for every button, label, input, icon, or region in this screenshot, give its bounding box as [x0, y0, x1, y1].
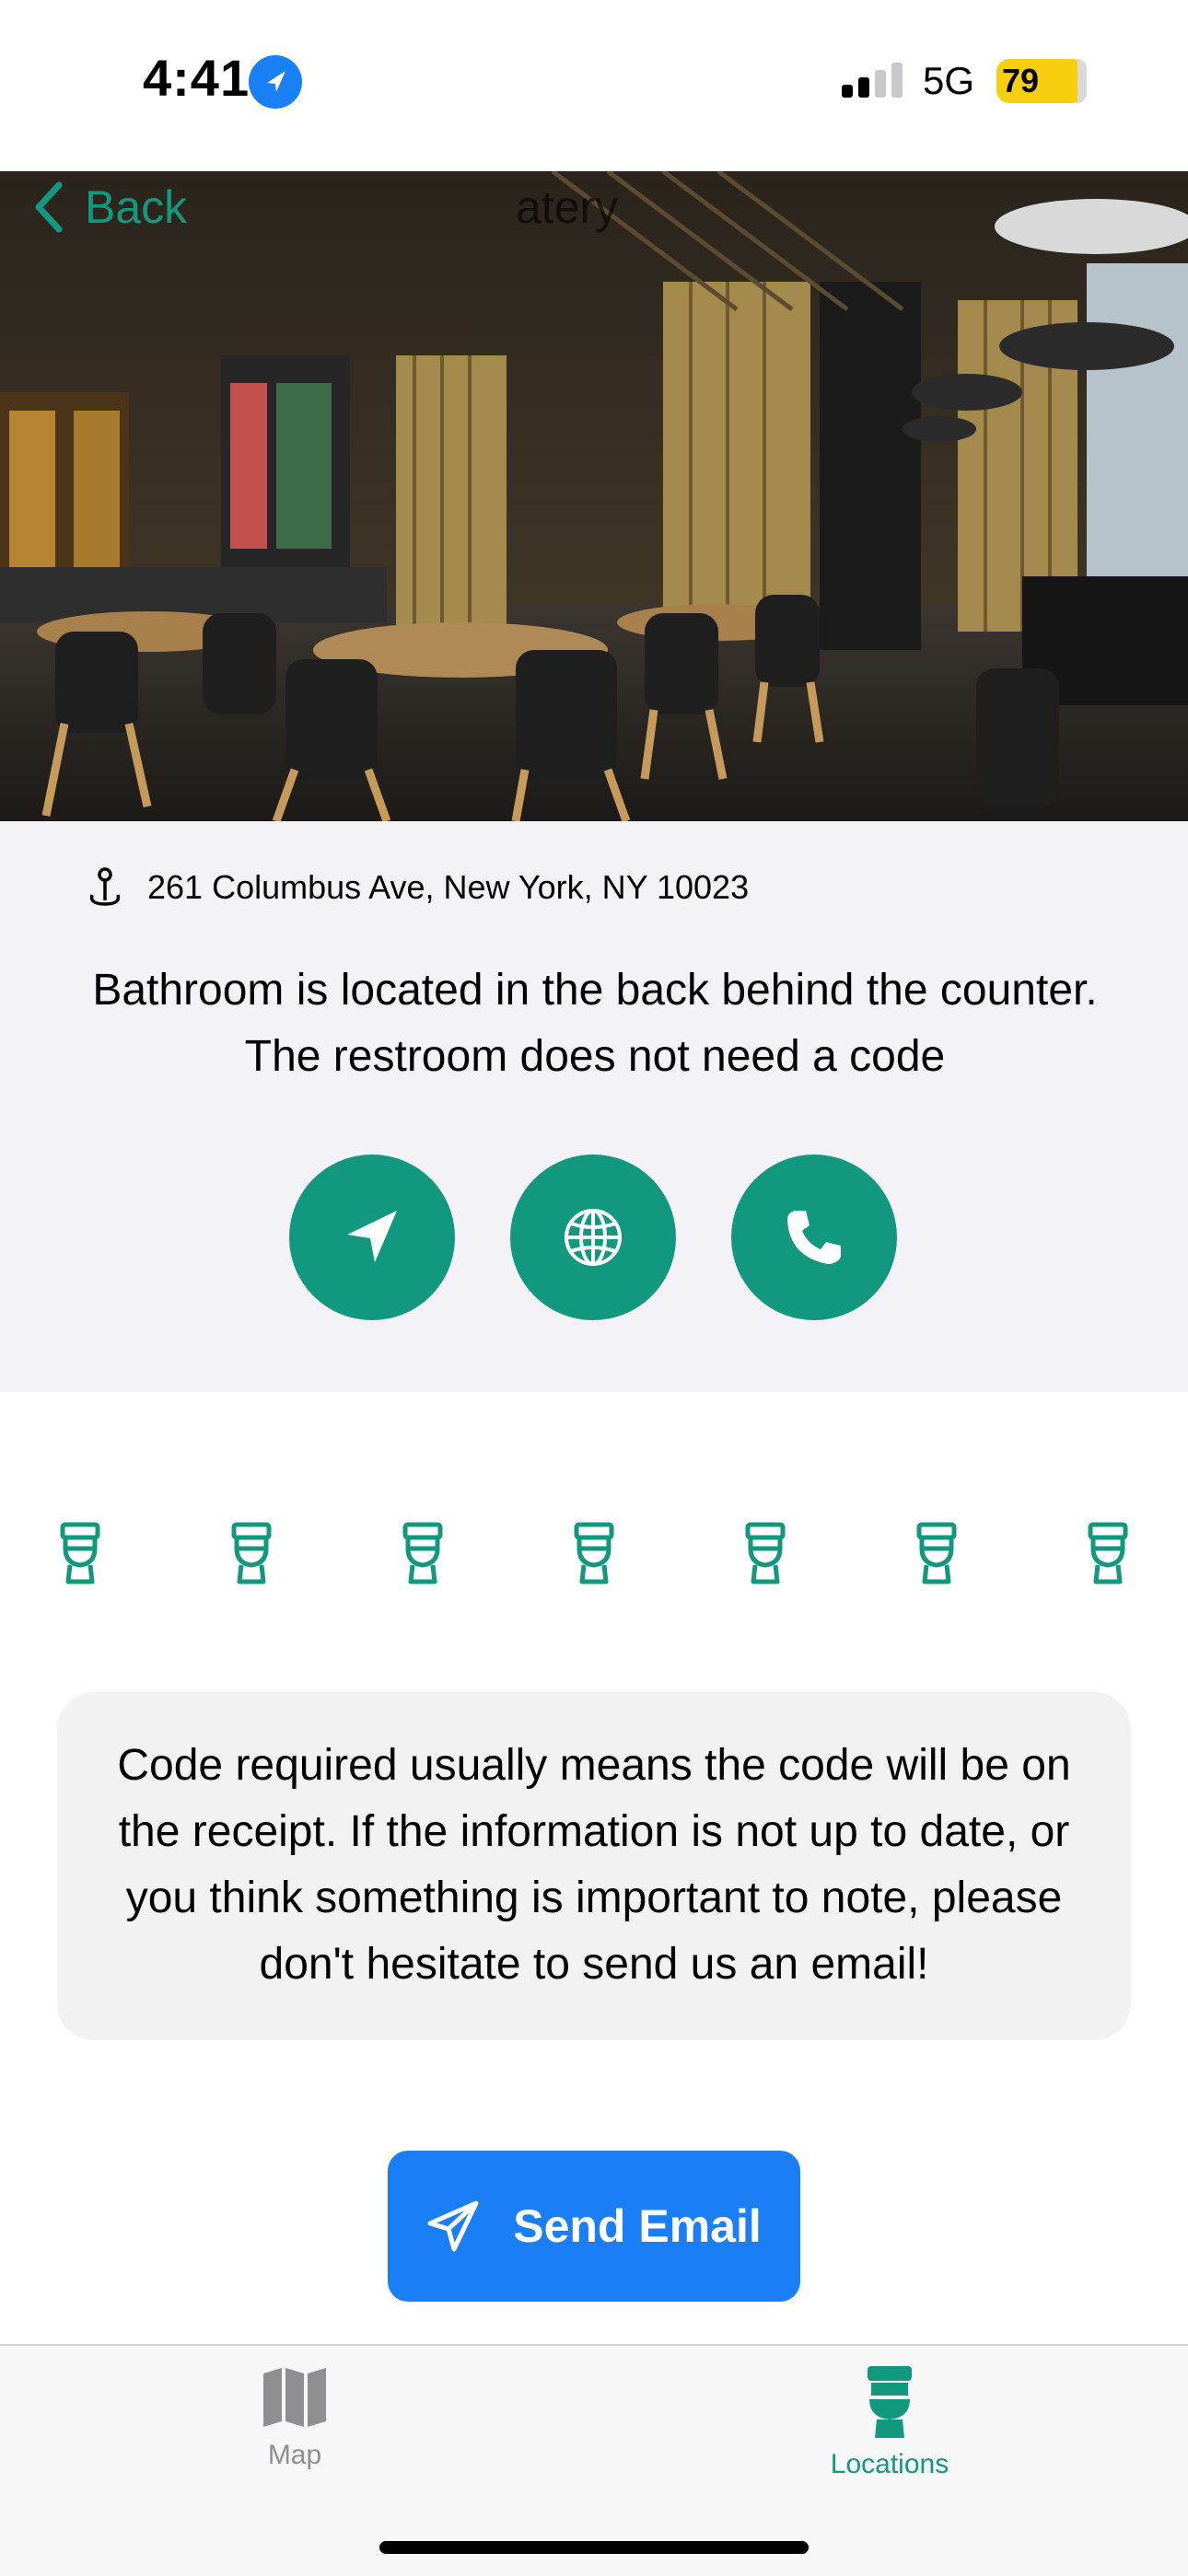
- chevron-left-icon: [35, 181, 63, 233]
- location-photo: [0, 171, 1188, 821]
- info-note-card: Code required usually means the code wil…: [57, 1692, 1131, 2040]
- nav-title: atery: [516, 181, 619, 233]
- toilet-icon: [231, 1522, 272, 1584]
- send-email-button[interactable]: Send Email: [388, 2151, 800, 2302]
- send-email-label: Send Email: [513, 2200, 762, 2252]
- action-buttons: [289, 1155, 897, 1320]
- location-info: 261 Columbus Ave, New York, NY 10023 Bat…: [0, 821, 1188, 1392]
- location-arrow-icon: [249, 55, 302, 109]
- home-indicator: [379, 2541, 809, 2554]
- tab-map[interactable]: Map: [184, 2364, 405, 2471]
- toilet-icon: [574, 1522, 614, 1584]
- toilet-icon: [745, 1522, 786, 1584]
- map-pin-icon: [89, 867, 121, 906]
- battery-level: 79: [996, 59, 1085, 103]
- tab-locations[interactable]: Locations: [779, 2364, 1000, 2480]
- toilet-icon: [402, 1522, 443, 1584]
- cellular-signal-icon: [842, 63, 903, 98]
- battery-icon: [1077, 59, 1087, 103]
- globe-icon: [565, 1209, 622, 1266]
- network-type: 5G: [923, 59, 975, 102]
- toilet-icon: [60, 1522, 100, 1584]
- info-note-text: Code required usually means the code wil…: [117, 1741, 1071, 1989]
- navigate-icon: [347, 1211, 397, 1262]
- directions-button[interactable]: [289, 1155, 455, 1320]
- toilet-rating: [0, 1521, 1188, 1585]
- bathroom-description: Bathroom is located in the back behind t…: [92, 966, 1098, 1081]
- website-button[interactable]: [510, 1155, 676, 1320]
- tab-locations-label: Locations: [830, 2449, 949, 2479]
- map-icon: [263, 2368, 326, 2427]
- toilet-icon: [1088, 1522, 1128, 1584]
- paper-plane-icon: [427, 2200, 479, 2252]
- status-time: 4:41: [143, 49, 250, 107]
- address-text: 261 Columbus Ave, New York, NY 10023: [147, 868, 750, 906]
- toilet-icon: [868, 2366, 912, 2438]
- toilet-icon: [916, 1522, 957, 1584]
- call-button[interactable]: [731, 1155, 897, 1320]
- address-row: 261 Columbus Ave, New York, NY 10023: [87, 867, 749, 908]
- back-button[interactable]: Back: [33, 180, 187, 234]
- tab-map-label: Map: [267, 2440, 322, 2470]
- phone-icon: [787, 1211, 841, 1264]
- status-bar: 4:41 5G 79: [0, 0, 1188, 171]
- back-label: Back: [85, 181, 188, 233]
